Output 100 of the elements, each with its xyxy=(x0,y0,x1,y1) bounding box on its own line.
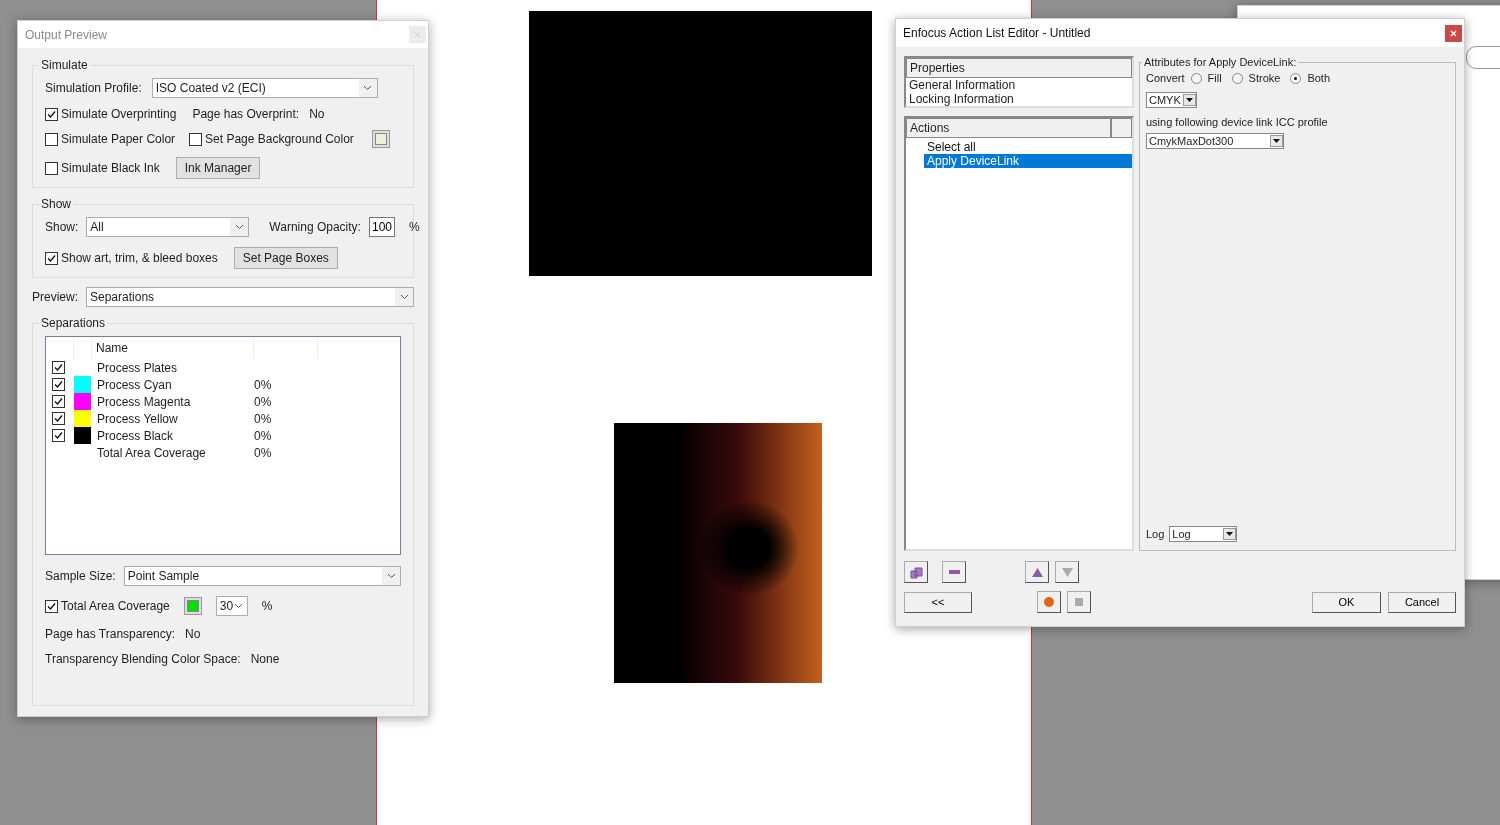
move-down-button[interactable] xyxy=(1055,561,1079,583)
radio-button[interactable]: Stroke xyxy=(1231,72,1281,84)
group-label: Separations xyxy=(40,316,107,330)
chevron-down-icon xyxy=(386,573,396,579)
field-label: Sample Size: xyxy=(45,569,116,583)
window-title: Enfocus Action List Editor - Untitled xyxy=(903,26,1091,40)
checkbox[interactable] xyxy=(52,361,65,374)
group-label: Simulate xyxy=(40,58,89,72)
field-label: Show: xyxy=(45,220,79,234)
field-value: No xyxy=(185,627,201,641)
chevron-down-icon xyxy=(234,224,244,230)
group-label: Attributes for Apply DeviceLink: xyxy=(1143,56,1298,68)
opacity-field[interactable]: 100 xyxy=(368,217,395,237)
action-item[interactable]: Select all xyxy=(924,140,1132,154)
sample-size-dropdown[interactable]: Point Sample xyxy=(123,566,401,586)
cancel-button[interactable]: Cancel xyxy=(1388,591,1456,613)
field-label: Log xyxy=(1146,528,1165,540)
set-page-boxes-button[interactable]: Set Page Boxes xyxy=(233,247,338,269)
field-value: No xyxy=(309,107,325,121)
close-button[interactable] xyxy=(1445,24,1462,42)
chevron-down-icon xyxy=(399,294,409,300)
color-swatch[interactable] xyxy=(183,597,202,615)
coverage-dropdown[interactable]: 30 xyxy=(215,596,248,616)
percent-label: % xyxy=(408,220,420,234)
profile-dropdown[interactable]: CmykMaxDot300 xyxy=(1146,133,1284,149)
field-label: Page has Transparency: xyxy=(45,627,176,641)
checkbox[interactable]: Simulate Paper Color xyxy=(45,132,176,146)
window-title: Output Preview xyxy=(25,27,108,42)
ink-manager-button[interactable]: Ink Manager xyxy=(175,157,261,179)
checkbox[interactable] xyxy=(52,378,65,391)
properties-item[interactable]: General Information xyxy=(906,78,1132,92)
checkbox[interactable] xyxy=(52,412,65,425)
record-button[interactable] xyxy=(1037,591,1061,613)
panel-header: Actions xyxy=(906,118,1111,138)
check-icon xyxy=(47,253,56,263)
check-icon xyxy=(47,601,56,611)
radio-button[interactable]: Both xyxy=(1290,72,1331,84)
separation-name: Process Black xyxy=(96,428,175,443)
group-label: Show xyxy=(40,197,73,211)
properties-item[interactable]: Locking Information xyxy=(906,92,1132,106)
field-label: Page has Overprint: xyxy=(192,107,300,121)
percent-label: % xyxy=(261,599,273,613)
checkbox[interactable]: Simulate Overprinting xyxy=(45,107,177,121)
stop-button[interactable] xyxy=(1067,591,1091,613)
coverage-value: 0% xyxy=(254,394,273,409)
checkbox[interactable] xyxy=(52,395,65,408)
record-icon xyxy=(1044,597,1054,607)
close-icon xyxy=(1450,29,1457,37)
ok-button[interactable]: OK xyxy=(1312,591,1381,613)
checkbox[interactable]: Show art, trim, & bleed boxes xyxy=(45,251,218,265)
stop-icon xyxy=(1075,598,1083,606)
preview-dropdown[interactable]: Separations xyxy=(86,287,414,307)
field-label: Warning Opacity: xyxy=(269,220,361,234)
checkbox[interactable]: Set Page Background Color xyxy=(189,132,354,146)
checkbox[interactable] xyxy=(52,429,65,442)
radio-circle[interactable] xyxy=(1231,72,1243,84)
field-label: Preview: xyxy=(32,290,78,304)
checkbox[interactable]: Total Area Coverage xyxy=(45,599,170,613)
show-dropdown[interactable]: All xyxy=(86,217,250,237)
coverage-value: 0% xyxy=(254,411,273,426)
dropdown-arrow-icon xyxy=(1186,98,1193,102)
separation-name: Process Cyan xyxy=(96,377,173,392)
profile-dropdown[interactable]: ISO Coated v2 (ECI) xyxy=(151,78,378,98)
field-label: Transparency Blending Color Space: xyxy=(45,652,241,666)
coverage-value: 0% xyxy=(254,377,273,392)
radio-circle[interactable] xyxy=(1190,72,1202,84)
separation-name: Total Area Coverage xyxy=(96,445,207,460)
checkbox[interactable]: Simulate Black Ink xyxy=(45,161,160,175)
pages-icon xyxy=(909,565,923,579)
colorspace-dropdown[interactable]: CMYK xyxy=(1146,92,1197,108)
field-value: None xyxy=(250,652,280,666)
field-label: Convert xyxy=(1146,72,1185,84)
separation-name: Process Magenta xyxy=(96,394,192,409)
coverage-value: 0% xyxy=(254,445,273,460)
separation-name: Process Plates xyxy=(96,360,179,375)
down-triangle-icon xyxy=(1061,567,1073,577)
dropdown-arrow-icon xyxy=(1226,532,1234,536)
back-button[interactable]: << xyxy=(904,591,972,613)
field-label: using following device link ICC profile xyxy=(1146,116,1329,128)
chevron-down-icon xyxy=(363,85,373,91)
radio-circle[interactable] xyxy=(1290,72,1302,84)
panel-header: Properties xyxy=(906,58,1132,78)
minus-icon xyxy=(948,570,960,574)
column-header[interactable]: Name xyxy=(92,337,254,359)
field-label: Simulation Profile: xyxy=(45,81,142,95)
action-item[interactable]: Apply DeviceLink xyxy=(924,154,1132,168)
log-dropdown[interactable]: Log xyxy=(1169,526,1238,542)
header-cell xyxy=(1111,118,1132,138)
up-triangle-icon xyxy=(1031,567,1043,577)
separation-name: Process Yellow xyxy=(96,411,179,426)
coverage-value: 0% xyxy=(254,428,273,443)
remove-button[interactable] xyxy=(942,561,966,583)
close-icon xyxy=(414,31,421,38)
color-swatch[interactable] xyxy=(371,130,390,148)
radio-button[interactable]: Fill xyxy=(1190,72,1222,84)
move-up-button[interactable] xyxy=(1025,561,1049,583)
chevron-down-icon xyxy=(233,603,243,609)
dropdown-arrow-icon xyxy=(1273,139,1280,143)
check-icon xyxy=(47,109,56,119)
add-button[interactable] xyxy=(904,561,928,583)
